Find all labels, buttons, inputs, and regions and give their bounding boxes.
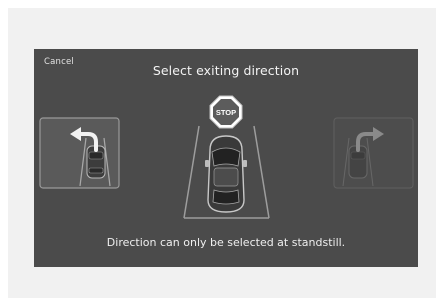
exit-left-option[interactable] <box>39 117 120 189</box>
parking-exit-illustration: STOP <box>39 95 414 219</box>
exit-right-option[interactable] <box>333 117 414 189</box>
footer-message: Direction can only be selected at stands… <box>106 236 346 249</box>
stop-sign-text: STOP <box>216 108 236 117</box>
stop-sign-icon: STOP <box>209 95 243 129</box>
dialog-title: Select exiting direction <box>152 63 300 78</box>
ego-car-icon <box>205 135 247 213</box>
